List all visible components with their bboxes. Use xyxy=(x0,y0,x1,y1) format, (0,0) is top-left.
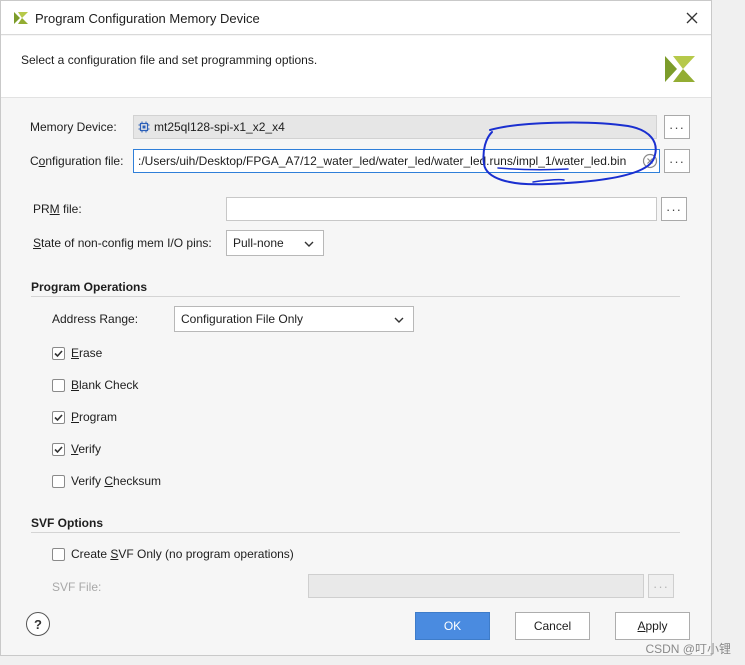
checkbox-row-verify-checksum[interactable]: Verify Checksum xyxy=(52,474,161,488)
address-range-selected: Configuration File Only xyxy=(181,312,304,326)
erase-checkbox[interactable] xyxy=(52,346,65,360)
create-svf-checkbox[interactable] xyxy=(52,547,65,561)
prm-file-input[interactable] xyxy=(226,197,657,221)
help-button[interactable]: ? xyxy=(26,612,50,636)
svf-file-label: SVF File: xyxy=(52,580,102,594)
checkbox-row-program[interactable]: Program xyxy=(52,410,117,424)
verify-label: Verify xyxy=(71,442,102,456)
erase-label: Erase xyxy=(71,346,103,360)
window-title: Program Configuration Memory Device xyxy=(35,11,260,26)
vivado-logo-icon xyxy=(14,12,28,24)
configuration-file-label: Configuration file: xyxy=(30,154,124,168)
io-pins-selected: Pull-none xyxy=(233,236,284,250)
vivado-brand-icon xyxy=(665,56,695,82)
program-checkbox[interactable] xyxy=(52,410,65,424)
create-svf-label: Create SVF Only (no program operations) xyxy=(71,547,294,561)
memory-device-browse-button[interactable]: ··· xyxy=(664,115,690,139)
program-operations-title: Program Operations xyxy=(31,280,148,294)
cancel-button[interactable]: Cancel xyxy=(515,612,590,640)
clear-input-button[interactable] xyxy=(642,153,658,169)
program-label: Program xyxy=(71,410,118,424)
ok-button[interactable]: OK xyxy=(415,612,490,640)
header-band: Select a configuration file and set prog… xyxy=(1,36,711,98)
checkmark-icon xyxy=(54,349,63,357)
configuration-file-input[interactable] xyxy=(133,149,660,173)
dialog-window: Program Configuration Memory Device Sele… xyxy=(0,0,712,656)
apply-button[interactable]: Apply xyxy=(615,612,690,640)
chip-icon xyxy=(138,121,150,133)
checkbox-row-blank-check[interactable]: Blank Check xyxy=(52,378,138,392)
blank-check-checkbox[interactable] xyxy=(52,378,65,392)
clear-icon xyxy=(642,153,658,169)
address-range-label: Address Range: xyxy=(52,312,139,326)
checkmark-icon xyxy=(54,413,63,421)
svf-options-title: SVF Options xyxy=(31,516,103,530)
checkbox-row-erase[interactable]: Erase xyxy=(52,346,102,360)
title-bar: Program Configuration Memory Device xyxy=(1,1,711,35)
instruction-text: Select a configuration file and set prog… xyxy=(21,53,318,67)
verify-checksum-label: Verify Checksum xyxy=(71,474,162,488)
memory-device-field: mt25ql128-spi-x1_x2_x4 xyxy=(133,115,657,139)
io-pins-label: State of non-config mem I/O pins: xyxy=(33,236,212,250)
close-icon xyxy=(686,12,698,24)
svf-file-browse-button[interactable]: ··· xyxy=(648,574,674,598)
io-pins-select[interactable]: Pull-none xyxy=(226,230,324,256)
memory-device-value: mt25ql128-spi-x1_x2_x4 xyxy=(154,120,285,134)
section-divider xyxy=(31,532,680,533)
chevron-down-icon xyxy=(394,317,404,323)
prm-file-label: PRM file: xyxy=(33,202,82,216)
svf-file-input[interactable] xyxy=(308,574,644,598)
create-svf-checkbox-row[interactable]: Create SVF Only (no program operations) xyxy=(52,547,294,561)
prm-file-browse-button[interactable]: ··· xyxy=(661,197,687,221)
blank-check-label: Blank Check xyxy=(71,378,139,392)
checkmark-icon xyxy=(54,445,63,453)
section-divider xyxy=(31,296,680,297)
verify-checkbox[interactable] xyxy=(52,442,65,456)
address-range-select[interactable]: Configuration File Only xyxy=(174,306,414,332)
configuration-file-browse-button[interactable]: ··· xyxy=(664,149,690,173)
watermark-text: CSDN @叮小锂 xyxy=(645,642,731,656)
checkbox-row-verify[interactable]: Verify xyxy=(52,442,101,456)
verify-checksum-checkbox[interactable] xyxy=(52,474,65,488)
close-button[interactable] xyxy=(681,7,703,29)
chevron-down-icon xyxy=(304,241,314,247)
memory-device-label: Memory Device: xyxy=(30,120,117,134)
